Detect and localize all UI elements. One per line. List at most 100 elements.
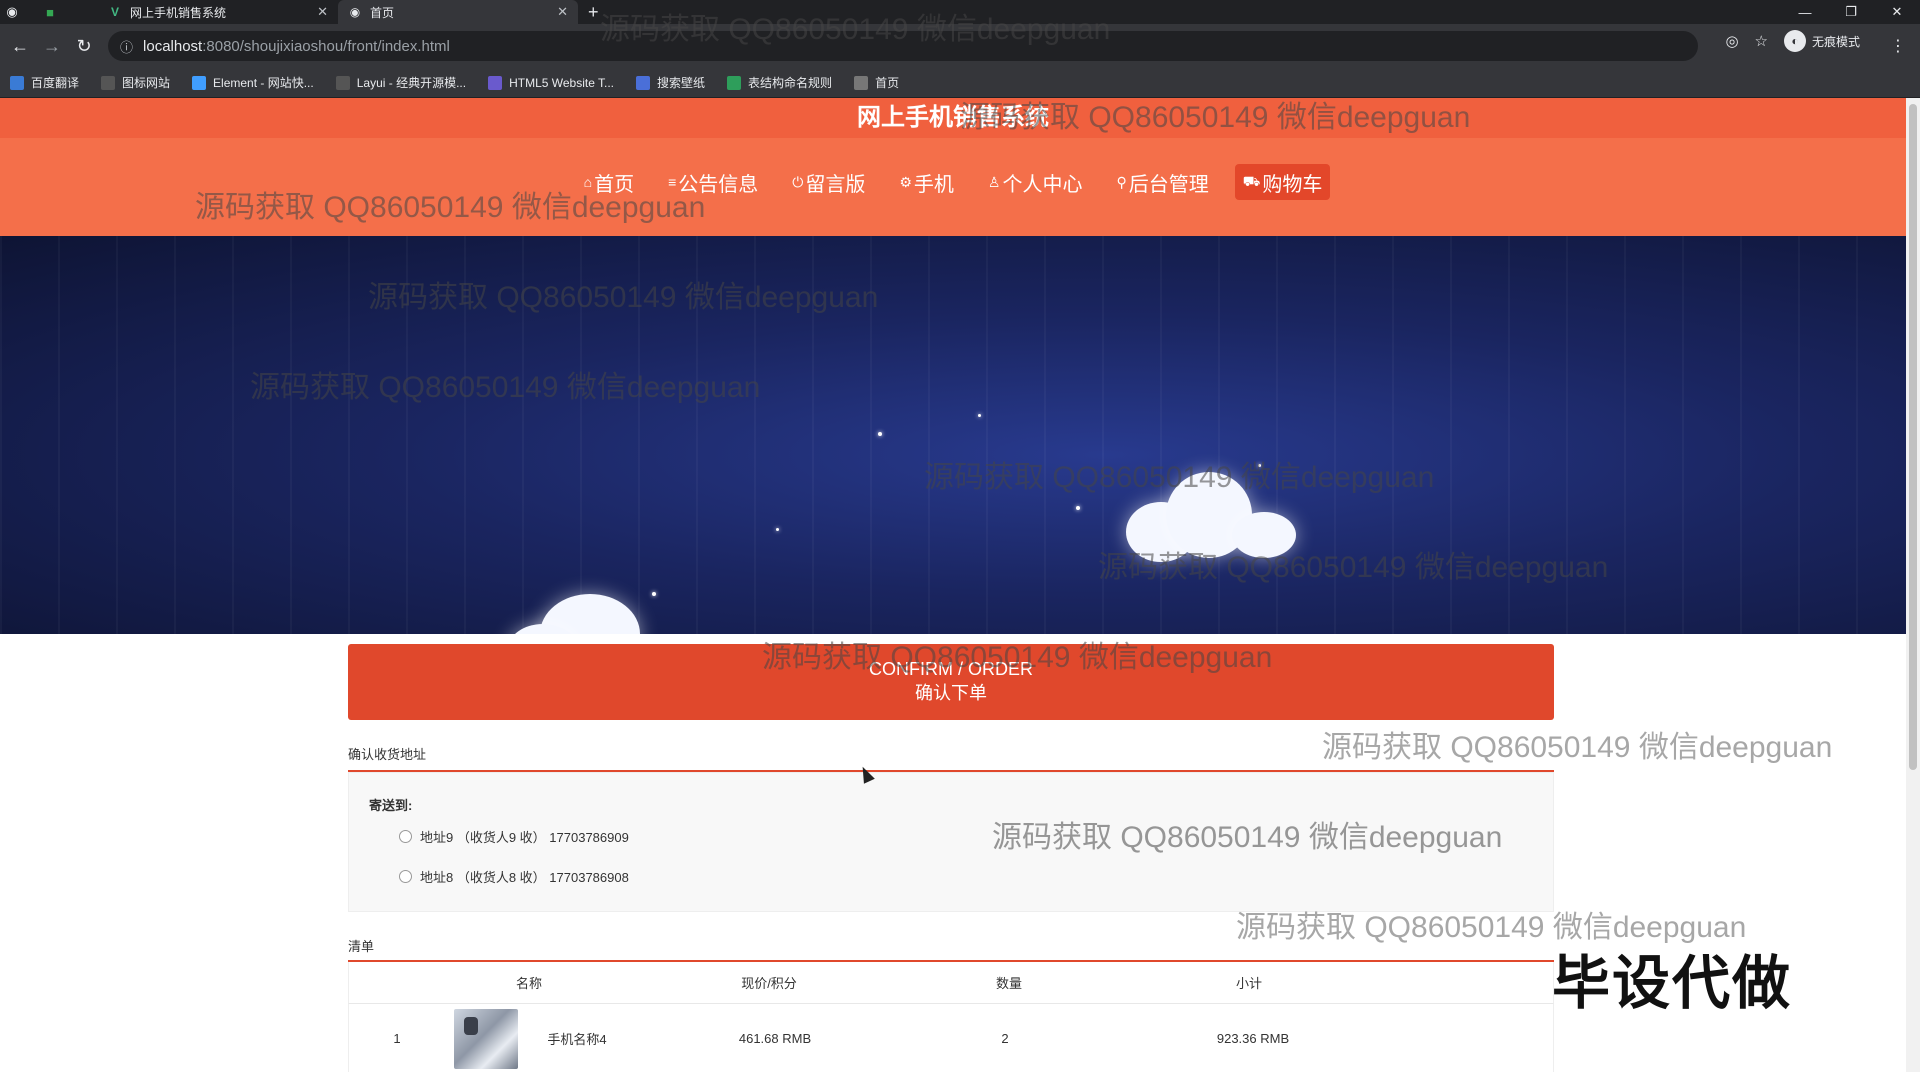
bookmark-icon <box>192 75 207 90</box>
star <box>978 414 981 417</box>
col-subtotal: 小计 <box>1235 976 1262 991</box>
nav-item-5[interactable]: ♙ 个人中心 <box>980 164 1091 200</box>
pinned-tab-icon[interactable]: ■ <box>38 0 62 24</box>
nav-item-4[interactable]: ⚙ 手机 <box>891 164 962 200</box>
nav-item-6[interactable]: ⚲ 后台管理 <box>1108 164 1216 200</box>
col-name: 名称 <box>515 976 542 991</box>
nav-label: 公告信息 <box>678 173 759 196</box>
product-qty: 2 <box>1001 1031 1009 1046</box>
new-tab-button[interactable]: + <box>588 0 599 24</box>
incognito-label: 无痕模式 <box>1811 34 1860 49</box>
back-icon[interactable]: ← <box>4 30 36 62</box>
product-subtotal: 923.36 RMB <box>1216 1031 1290 1046</box>
tab-home[interactable]: ◉ 首页 ✕ <box>338 0 578 24</box>
star <box>1076 506 1080 510</box>
bookmark-label: Layui - 经典开源模... <box>356 76 467 90</box>
product-name: 手机名称4 <box>547 1032 607 1047</box>
list-icon: ≡ <box>668 174 677 190</box>
bookmark-icon <box>636 75 651 90</box>
url-host: localhost <box>143 37 203 55</box>
nav-label: 后台管理 <box>1128 173 1209 196</box>
col-qty: 数量 <box>995 976 1022 991</box>
globe-icon: ◉ <box>349 5 361 19</box>
nav-item-7[interactable]: ⛟ 购物车 <box>1234 164 1331 200</box>
bookmark-item[interactable]: 首页 <box>854 74 899 91</box>
col-price: 现价/积分 <box>741 976 797 991</box>
bookmark-item[interactable]: 表结构命名规则 <box>727 74 832 91</box>
address-section-title: 确认收货地址 <box>348 747 427 762</box>
vue-icon: V <box>110 5 119 19</box>
menu-icon[interactable]: ⋮ <box>1890 36 1906 56</box>
url-field[interactable]: ⓘ localhost:8080/shoujixiaoshou/front/in… <box>108 31 1698 61</box>
bookmark-label: 表结构命名规则 <box>748 76 833 90</box>
browser-tab-bar: ◉ ■ V 网上手机销售系统 ✕ ◉ 首页 ✕ + — ❐ ✕ <box>0 0 1920 24</box>
page-viewport: 网上手机销售系统 ⌂ 首页 ≡ 公告信息 ⏻ 留言版 ⚙ 手机 ♙ 个人中心 ⚲ 后台管理 ⛟ 购物车 C… <box>0 98 1906 1072</box>
nav-item-3[interactable]: ⏻ 留言版 <box>784 164 873 200</box>
window-controls: — ❐ ✕ <box>1782 0 1920 24</box>
tab-title: 首页 <box>370 5 395 20</box>
nav-label: 首页 <box>594 173 635 196</box>
browser-icon: ◉ <box>6 4 18 19</box>
address-option-8[interactable]: 地址8 （收货人8 收） 17703786908 <box>399 867 629 886</box>
product-thumbnail[interactable] <box>453 1004 519 1072</box>
bookmark-label: Element - 网站快... <box>213 76 314 90</box>
bookmark-item[interactable]: 图标网站 <box>101 74 170 91</box>
star <box>652 592 656 596</box>
star <box>1258 464 1261 467</box>
cloud <box>1232 512 1296 558</box>
info-icon[interactable]: ⓘ <box>120 37 133 56</box>
nav-item-2[interactable]: ≡ 公告信息 <box>660 164 766 200</box>
confirm-order-banner: CONFIRM / ORDER 确认下单 <box>348 644 1554 720</box>
tab-mobile-sales[interactable]: V 网上手机销售系统 ✕ <box>98 0 338 24</box>
eye-off-icon[interactable]: ◎ <box>1725 32 1738 50</box>
restore-icon[interactable]: ❐ <box>1828 0 1874 24</box>
minimize-icon[interactable]: — <box>1782 0 1828 24</box>
tab-title: 网上手机销售系统 <box>130 5 227 20</box>
page-scrollbar[interactable] <box>1906 98 1920 1072</box>
bookmark-item[interactable]: HTML5 Website T... <box>488 75 614 90</box>
address-bar: ← → ↻ ⓘ localhost:8080/shoujixiaoshou/fr… <box>0 24 1920 68</box>
bookmark-label: 百度翻译 <box>31 76 80 90</box>
nav-label: 手机 <box>913 173 954 196</box>
nav-label: 留言版 <box>805 173 866 196</box>
cart-icon: ⛟ <box>1242 172 1261 189</box>
bookmark-icon <box>335 75 350 90</box>
bookmark-icon <box>101 75 116 90</box>
close-window-icon[interactable]: ✕ <box>1874 0 1920 24</box>
omnibox-actions: ◎ ☆ ◐ 无痕模式 <box>1725 30 1860 52</box>
order-table-header: 名称 现价/积分 数量 小计 <box>348 962 1554 1004</box>
banner-title-en: CONFIRM / ORDER <box>869 659 1033 679</box>
bookmark-item[interactable]: Element - 网站快... <box>192 74 314 91</box>
table-row: 1 手机名称4 461.68 RMB 2 923.36 RMB <box>348 1004 1554 1072</box>
bookmark-icon <box>854 75 869 90</box>
reload-icon[interactable]: ↻ <box>68 30 100 62</box>
nav-label: 个人中心 <box>1002 173 1083 196</box>
star <box>878 432 882 436</box>
bookmark-item[interactable]: 搜索壁纸 <box>636 74 705 91</box>
bookmark-label: 首页 <box>875 76 900 90</box>
bookmark-item[interactable]: Layui - 经典开源模... <box>335 74 467 91</box>
forward-icon[interactable]: → <box>36 30 68 62</box>
phone-image <box>454 1008 518 1069</box>
close-icon[interactable]: ✕ <box>557 4 568 20</box>
power-icon: ⏻ <box>792 173 804 190</box>
url-path: :8080/shoujixiaoshou/front/index.html <box>202 37 450 55</box>
home-icon: ⌂ <box>583 174 593 190</box>
star-icon[interactable]: ☆ <box>1755 32 1768 50</box>
address-option-9[interactable]: 地址9 （收货人9 收） 17703786909 <box>399 827 629 846</box>
address-radio[interactable] <box>399 830 412 843</box>
address-radio[interactable] <box>399 870 412 883</box>
address-text: 地址9 （收货人9 收） 17703786909 <box>420 830 629 845</box>
bookmark-item[interactable]: 百度翻译 <box>10 74 79 91</box>
send-to-label: 寄送到: <box>369 798 413 813</box>
large-watermark: 毕设代做 <box>1552 951 1793 1016</box>
scrollbar-thumb[interactable] <box>1909 104 1917 770</box>
incognito-icon: ◐ <box>1783 30 1806 52</box>
user-icon: ♙ <box>987 173 1001 190</box>
nav-label: 购物车 <box>1262 173 1323 196</box>
nav-item-1[interactable]: ⌂ 首页 <box>576 164 642 200</box>
bookmark-icon <box>488 75 503 90</box>
close-icon[interactable]: ✕ <box>317 4 328 20</box>
incognito-badge[interactable]: ◐ 无痕模式 <box>1783 30 1860 52</box>
main-nav: ⌂ 首页 ≡ 公告信息 ⏻ 留言版 ⚙ 手机 ♙ 个人中心 ⚲ 后台管理 ⛟ 购物车 <box>0 164 1906 200</box>
